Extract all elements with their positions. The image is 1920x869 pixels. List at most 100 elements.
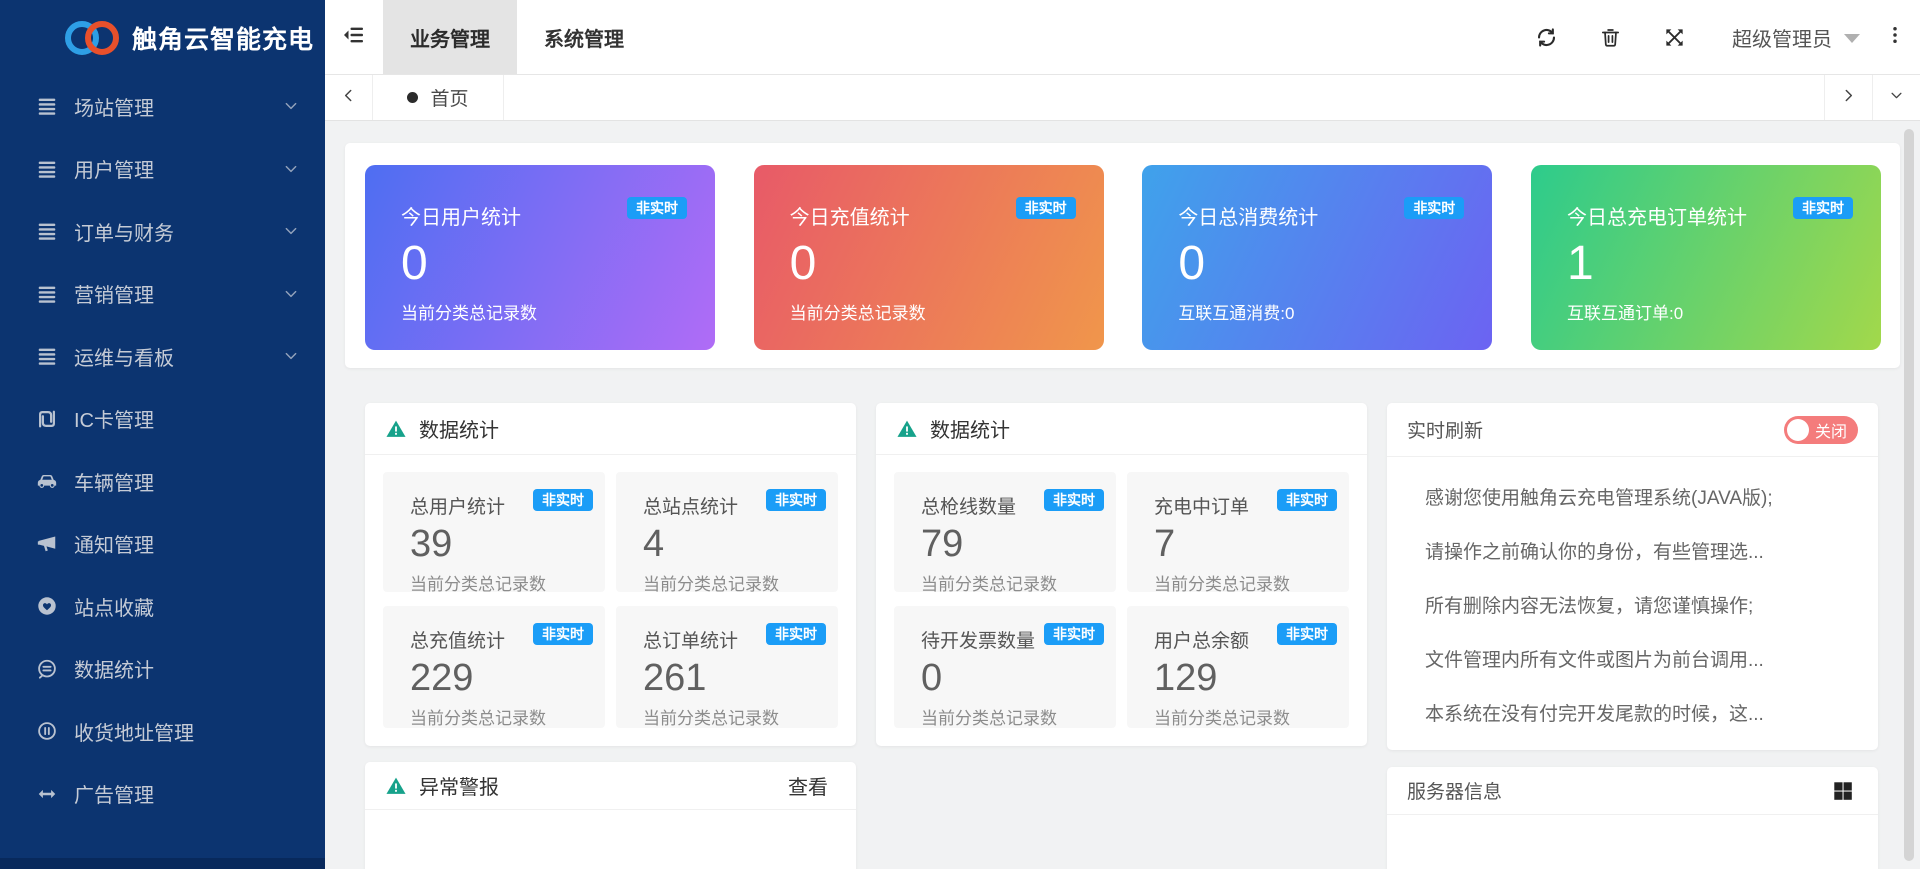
sidebar-item-label: 通知管理	[74, 529, 154, 558]
panel-title: 异常警报	[419, 771, 499, 800]
heart-circle-icon	[36, 595, 58, 617]
windows-icon	[1832, 780, 1854, 802]
sidebar-item-车辆管理[interactable]: 车辆管理	[0, 450, 325, 513]
caret-down-icon	[1844, 34, 1860, 43]
summary-card: 今日总充电订单统计 非实时 1 互联互通订单:0	[1531, 165, 1881, 350]
warning-icon	[385, 775, 407, 797]
tile-note: 当前分类总记录数	[1154, 570, 1337, 595]
tile-note: 当前分类总记录数	[921, 570, 1104, 595]
tab-home[interactable]: 首页	[373, 75, 504, 120]
tabs-menu-button[interactable]	[1872, 75, 1920, 120]
tile-note: 当前分类总记录数	[410, 570, 593, 595]
more-menu-button[interactable]	[1870, 0, 1920, 74]
refresh-icon	[1535, 26, 1558, 49]
topbar-actions	[1514, 0, 1706, 74]
stat-tile: 总枪线数量 非实时 79 当前分类总记录数	[894, 472, 1116, 592]
server-info-panel: 服务器信息	[1387, 767, 1878, 869]
stats-tiles: 总枪线数量 非实时 79 当前分类总记录数 充电中订单 非实时 7 当前分类总记…	[876, 455, 1367, 728]
chevron-down-icon	[283, 161, 299, 177]
list-icon	[36, 95, 58, 117]
sidebar-item-label: 广告管理	[74, 779, 154, 808]
sidebar-item-label: 收货地址管理	[74, 717, 194, 746]
sidebar-item-label: 数据统计	[74, 654, 154, 683]
stat-tile: 总用户统计 非实时 39 当前分类总记录数	[383, 472, 605, 592]
sidebar-item-场站管理[interactable]: 场站管理	[0, 75, 325, 138]
view-alerts-link[interactable]: 查看	[788, 771, 828, 800]
sidebar-item-通知管理[interactable]: 通知管理	[0, 513, 325, 576]
refresh-button[interactable]	[1514, 0, 1578, 74]
tabs-scroll-left-button[interactable]	[325, 75, 373, 120]
topbar-tab-系统管理[interactable]: 系统管理	[517, 0, 651, 74]
topbar: 业务管理系统管理 超级管理员	[325, 0, 1920, 75]
sidebar-item-收货地址管理[interactable]: 收货地址管理	[0, 700, 325, 763]
tile-value: 79	[921, 523, 1104, 567]
sidebar-item-营销管理[interactable]: 营销管理	[0, 263, 325, 326]
logo: 触角云智能充电	[0, 0, 325, 75]
chevron-down-icon	[283, 223, 299, 239]
card-value: 0	[401, 236, 685, 291]
chevron-down-icon	[283, 348, 299, 364]
system-messages-list: 感谢您使用触角云充电管理系统(JAVA版);请操作之前确认你的身份，有些管理选.…	[1387, 457, 1878, 739]
list-icon	[36, 345, 58, 367]
car-icon	[36, 470, 58, 492]
non-realtime-badge: 非实时	[627, 197, 687, 219]
system-message: 文件管理内所有文件或图片为前台调用...	[1425, 631, 1858, 685]
panel-header: 异常警报 查看	[365, 762, 856, 810]
tile-note: 当前分类总记录数	[921, 704, 1104, 729]
sidebar-item-运维与看板[interactable]: 运维与看板	[0, 325, 325, 388]
panel-header: 数据统计	[876, 403, 1367, 455]
sidebar-item-label: IC卡管理	[74, 404, 154, 433]
sidebar-item-数据统计[interactable]: 数据统计	[0, 638, 325, 701]
content-area: 今日用户统计 非实时 0 当前分类总记录数 今日充值统计 非实时 0 当前分类总…	[325, 121, 1920, 869]
arrows-h-icon	[36, 783, 58, 805]
app-title: 触角云智能充电	[132, 20, 314, 56]
card-value: 1	[1567, 236, 1851, 291]
non-realtime-badge: 非实时	[766, 489, 826, 511]
summary-card: 今日充值统计 非实时 0 当前分类总记录数	[754, 165, 1104, 350]
tile-note: 当前分类总记录数	[643, 570, 826, 595]
non-realtime-badge: 非实时	[1277, 623, 1337, 645]
topbar-tab-业务管理[interactable]: 业务管理	[383, 0, 517, 74]
system-message: 所有删除内容无法恢复，请您谨慎操作;	[1425, 577, 1858, 631]
stat-tile: 用户总余额 非实时 129 当前分类总记录数	[1127, 606, 1349, 728]
alerts-panel: 异常警报 查看	[365, 762, 856, 869]
tile-value: 4	[643, 523, 826, 567]
sidebar-item-用户管理[interactable]: 用户管理	[0, 138, 325, 201]
trash-icon	[1599, 26, 1622, 49]
user-dropdown[interactable]: 超级管理员	[1732, 0, 1860, 74]
sidebar-collapse-button[interactable]	[325, 0, 383, 74]
sidebar-item-广告管理[interactable]: 广告管理	[0, 763, 325, 826]
sidebar-item-订单与财务[interactable]: 订单与财务	[0, 200, 325, 263]
system-message: 感谢您使用触角云充电管理系统(JAVA版);	[1425, 469, 1858, 523]
tile-value: 7	[1154, 523, 1337, 567]
rings-logo-icon	[58, 16, 124, 60]
more-vert-icon	[1885, 25, 1905, 50]
sidebar-item-站点收藏[interactable]: 站点收藏	[0, 575, 325, 638]
card-note: 互联互通消费:0	[1178, 299, 1462, 324]
system-message: 请操作之前确认你的身份，有些管理选...	[1425, 523, 1858, 577]
tabs-scroll-right-button[interactable]	[1824, 75, 1872, 120]
fullscreen-button[interactable]	[1642, 0, 1706, 74]
chevron-down-icon	[283, 286, 299, 302]
system-message: 本系统在没有付完开发尾款的时候，这...	[1425, 685, 1858, 739]
summary-cards-panel: 今日用户统计 非实时 0 当前分类总记录数 今日充值统计 非实时 0 当前分类总…	[345, 143, 1900, 368]
sidebar-item-label: 营销管理	[74, 279, 154, 308]
tile-value: 261	[643, 657, 826, 701]
toggle-knob	[1787, 419, 1809, 441]
stat-tile: 总订单统计 非实时 261 当前分类总记录数	[616, 606, 838, 728]
sidebar-footer	[0, 858, 325, 869]
sidebar-item-label: 站点收藏	[74, 592, 154, 621]
tab-home-label: 首页	[430, 84, 468, 111]
sidebar-item-label: 车辆管理	[74, 467, 154, 496]
app-root: 触角云智能充电 场站管理 用户管理 订单与财务 营销管理 运维与看板 IC卡管理…	[0, 0, 1920, 869]
tile-note: 当前分类总记录数	[643, 704, 826, 729]
non-realtime-badge: 非实时	[1404, 197, 1464, 219]
refresh-toggle[interactable]: 关闭	[1784, 416, 1858, 444]
realtime-refresh-panel: 实时刷新 关闭 感谢您使用触角云充电管理系统(JAVA版);请操作之前确认你的身…	[1387, 403, 1878, 750]
chevron-right-icon	[1841, 88, 1856, 108]
vertical-scrollbar[interactable]	[1904, 129, 1914, 861]
tile-value: 229	[410, 657, 593, 701]
clear-cache-button[interactable]	[1578, 0, 1642, 74]
sidebar-item-IC卡管理[interactable]: IC卡管理	[0, 388, 325, 451]
sidebar-item-label: 场站管理	[74, 92, 154, 121]
